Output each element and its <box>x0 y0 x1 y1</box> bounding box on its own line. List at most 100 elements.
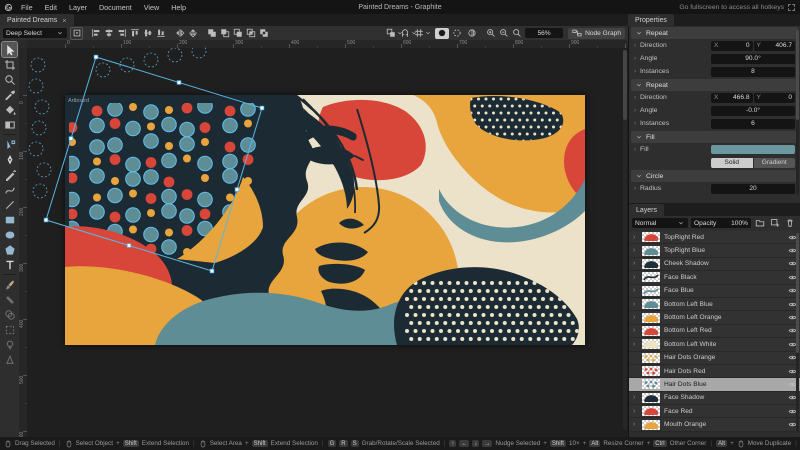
angle2-input[interactable]: -0.0° <box>711 106 795 116</box>
layer-row-hair-dots-orange[interactable]: Hair Dots Orange <box>629 352 800 365</box>
navigate-tool[interactable] <box>2 72 17 87</box>
clone-tool[interactable] <box>2 307 17 322</box>
line-tool[interactable] <box>2 197 17 212</box>
menu-file[interactable]: File <box>15 3 39 12</box>
layer-row-topright-blue[interactable]: ›TopRight Blue <box>629 244 800 257</box>
opacity-slider[interactable]: Opacity 100% <box>691 218 751 228</box>
angle1-input[interactable]: 90.0° <box>711 54 795 64</box>
grid-dropdown[interactable] <box>417 27 429 39</box>
layer-expand-icon[interactable]: › <box>633 314 638 321</box>
heal-tool[interactable] <box>2 292 17 307</box>
section-repeat-1[interactable]: Repeat <box>631 27 798 39</box>
align-bottom-button[interactable] <box>155 27 167 39</box>
instances1-input[interactable]: 8 <box>711 67 795 77</box>
menu-help[interactable]: Help <box>165 3 192 12</box>
layer-row-hair-dots-red[interactable]: Hair Dots Red <box>629 365 800 378</box>
properties-scrollbar[interactable] <box>796 30 799 195</box>
layer-expand-icon[interactable]: › <box>633 327 638 334</box>
document-tab[interactable]: Painted Dreams × <box>0 14 74 26</box>
layer-expand-icon[interactable]: › <box>633 394 638 401</box>
layers-tab[interactable]: Layers <box>629 204 664 216</box>
layer-expand-icon[interactable]: › <box>633 421 638 428</box>
detail-tool[interactable] <box>2 352 17 367</box>
layer-row-face-red[interactable]: ›Face Red <box>629 405 800 418</box>
section-circle[interactable]: Circle <box>631 170 798 182</box>
fullscreen-icon[interactable] <box>787 3 796 12</box>
direction2-y-input[interactable]: Y 0 <box>754 93 796 103</box>
layer-expand-icon[interactable]: › <box>633 247 638 254</box>
align-right-button[interactable] <box>116 27 128 39</box>
layer-expand-icon[interactable]: › <box>633 274 638 281</box>
fill-tool[interactable] <box>2 102 17 117</box>
layers-scrollbar[interactable] <box>796 233 799 433</box>
menu-layer[interactable]: Layer <box>63 3 93 12</box>
layer-expand-icon[interactable]: › <box>633 260 638 267</box>
blend-mode-dropdown[interactable]: Normal <box>632 218 688 228</box>
eyedropper-tool[interactable] <box>2 87 17 102</box>
flip-vertical-button[interactable] <box>187 27 199 39</box>
artboard-tool[interactable] <box>2 57 17 72</box>
fill-solid-button[interactable]: Solid <box>711 158 753 168</box>
view-mode-normal-button[interactable] <box>435 28 449 39</box>
tab-close-icon[interactable]: × <box>62 16 66 25</box>
align-left-button[interactable] <box>90 27 102 39</box>
boolean-intersect-button[interactable] <box>245 27 257 39</box>
align-h-center-button[interactable] <box>103 27 115 39</box>
select-tool[interactable] <box>2 42 17 57</box>
align-v-center-button[interactable] <box>142 27 154 39</box>
graphite-logo-icon[interactable] <box>4 3 13 12</box>
node-graph-button[interactable]: Node Graph <box>568 28 625 39</box>
patch-tool[interactable] <box>2 322 17 337</box>
boolean-union-button[interactable] <box>206 27 218 39</box>
gradient-tool[interactable] <box>2 117 17 132</box>
instances2-input[interactable]: 6 <box>711 119 795 129</box>
section-fill[interactable]: Fill <box>631 131 798 143</box>
layer-expand-icon[interactable]: › <box>633 408 638 415</box>
section-repeat-2[interactable]: Repeat <box>631 79 798 91</box>
layer-row-bottom-left-red[interactable]: ›Bottom Left Red <box>629 325 800 338</box>
boolean-subtract-front-button[interactable] <box>219 27 231 39</box>
zoom-reset-button[interactable] <box>511 27 523 39</box>
properties-tab[interactable]: Properties <box>628 14 674 26</box>
layer-expand-icon[interactable]: › <box>633 287 638 294</box>
fill-gradient-button[interactable]: Gradient <box>754 158 796 168</box>
layer-row-face-blue[interactable]: ›Face Blue <box>629 285 800 298</box>
layer-row-face-shadow[interactable]: ›Face Shadow <box>629 392 800 405</box>
direction2-x-input[interactable]: X 466.8 <box>711 93 753 103</box>
flip-horizontal-button[interactable] <box>174 27 186 39</box>
align-top-button[interactable] <box>129 27 141 39</box>
menu-document[interactable]: Document <box>93 3 138 12</box>
layer-expand-icon[interactable]: › <box>633 234 638 241</box>
brush-tool[interactable] <box>2 277 17 292</box>
delete-layer-button[interactable] <box>784 217 796 229</box>
new-layer-button[interactable] <box>769 217 781 229</box>
layer-row-bottom-left-white[interactable]: ›Bottom Left White <box>629 338 800 351</box>
layer-row-bottom-left-orange[interactable]: ›Bottom Left Orange <box>629 311 800 324</box>
freehand-tool[interactable] <box>2 167 17 182</box>
artboard[interactable]: Artboard <box>65 95 585 345</box>
boolean-difference-button[interactable] <box>258 27 270 39</box>
layer-expand-icon[interactable]: › <box>633 341 638 348</box>
zoom-in-button[interactable] <box>485 27 497 39</box>
selection-mode-dropdown[interactable]: Deep Select <box>3 28 67 38</box>
direction1-y-input[interactable]: Y 406.7 <box>754 41 796 51</box>
view-mode-pixels-button[interactable] <box>465 28 479 39</box>
spline-tool[interactable] <box>2 182 17 197</box>
pivot-button[interactable] <box>70 27 83 40</box>
radius-input[interactable]: 20 <box>711 184 795 194</box>
direction1-x-input[interactable]: X 0 <box>711 41 753 51</box>
path-tool[interactable] <box>2 137 17 152</box>
layer-row-hair-dots-blue[interactable]: Hair Dots Blue <box>629 378 800 391</box>
boolean-subtract-back-button[interactable] <box>232 27 244 39</box>
fill-color-swatch[interactable] <box>711 145 795 154</box>
layer-row-face-black[interactable]: ›Face Black <box>629 271 800 284</box>
layer-row-bottom-left-blue[interactable]: ›Bottom Left Blue <box>629 298 800 311</box>
menu-edit[interactable]: Edit <box>39 3 63 12</box>
pen-tool[interactable] <box>2 152 17 167</box>
new-folder-button[interactable] <box>754 217 766 229</box>
layer-row-cheek-shadow[interactable]: ›Cheek Shadow <box>629 258 800 271</box>
layer-row-mouth-orange[interactable]: ›Mouth Orange <box>629 418 800 431</box>
zoom-out-button[interactable] <box>498 27 510 39</box>
ellipse-tool[interactable] <box>2 227 17 242</box>
view-mode-outline-button[interactable] <box>450 28 464 39</box>
